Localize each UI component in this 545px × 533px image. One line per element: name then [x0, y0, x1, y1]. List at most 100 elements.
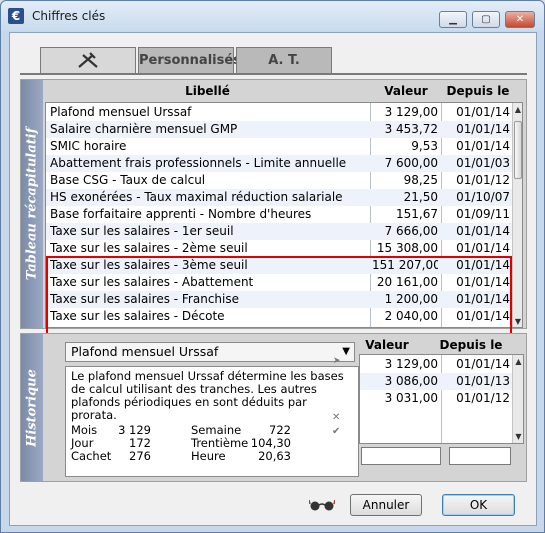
cell-depuis: 01/01/14: [456, 309, 510, 323]
tab-outils[interactable]: [40, 47, 136, 75]
tab-personnalises[interactable]: Personnalisés: [138, 47, 241, 74]
cell-depuis: 01/01/14: [456, 241, 510, 255]
table-row[interactable]: Base CSG - Taux de calcul 98,25 01/01/12: [46, 172, 512, 189]
table-row[interactable]: Plafond mensuel Urssaf 3 129,00 01/01/14: [46, 104, 512, 121]
cell-valeur: 20 161,00: [376, 275, 438, 289]
cell-depuis: 01/01/12: [456, 391, 510, 405]
cell-depuis: 01/01/14: [456, 258, 510, 272]
cell-valeur: 98,25: [403, 173, 438, 187]
historique-side-label-text: Historique: [24, 368, 40, 447]
validate-icon[interactable]: ✔: [332, 426, 340, 437]
cell-libelle: Taxe sur les salaires - Décote: [50, 309, 225, 323]
cell-depuis: 01/01/13: [456, 374, 510, 388]
table-row[interactable]: Taxe sur les salaires - 3ème seuil 151 20…: [46, 257, 512, 274]
cell-valeur: 7 600,00: [384, 156, 438, 170]
title-bar[interactable]: € Chiffres clés ▁ ▢ ✕: [1, 1, 544, 31]
cell-libelle: Abattement frais professionnels - Limite…: [50, 156, 347, 170]
historique-table: 3 129,00 01/01/14 3 086,00 01/01/13 3 031,00…: [359, 354, 524, 444]
close-button[interactable]: ✕: [505, 11, 535, 28]
parametre-select-value: Plafond mensuel Urssaf: [71, 344, 219, 359]
cell-valeur: 3 129,00: [384, 105, 438, 119]
recap-table: Plafond mensuel Urssaf 3 129,00 01/01/14 Sa…: [45, 102, 523, 328]
cell-valeur: 2 040,00: [384, 309, 438, 323]
cell-depuis: 01/01/14: [456, 122, 510, 136]
scroll-thumb[interactable]: [514, 121, 522, 179]
cell-depuis: 01/01/14: [456, 292, 510, 306]
cell-depuis: 01/01/03: [456, 156, 510, 170]
cell-valeur: 151,67: [396, 207, 438, 221]
recap-panel: Tableau récapitulatif Libellé Valeur Dep…: [20, 79, 527, 360]
ok-button[interactable]: OK: [442, 494, 515, 516]
period-label: Cachet: [71, 449, 112, 463]
scroll-up-arrow[interactable]: ▲: [513, 103, 522, 117]
cell-libelle: Taxe sur les salaires - 2ème seuil: [50, 241, 248, 255]
minimize-button[interactable]: ▁: [439, 11, 467, 28]
parametre-select[interactable]: Plafond mensuel Urssaf ▼: [65, 342, 355, 362]
table-row[interactable]: Taxe sur les salaires - 1er seuil 7 666,0…: [46, 223, 512, 240]
cell-valeur: 3 086,00: [384, 374, 438, 388]
table-row[interactable]: HS exonérées - Taux maximal réduction sa…: [46, 189, 512, 206]
tab-divider: [20, 73, 527, 75]
cell-valeur: 3 453,72: [384, 122, 438, 136]
cell-depuis: 01/10/07: [456, 190, 510, 204]
history-row[interactable]: 3 129,00 01/01/14: [360, 356, 512, 373]
recap-side-label: Tableau récapitulatif: [21, 80, 43, 328]
cell-libelle: Base CSG - Taux de calcul: [50, 173, 206, 187]
window-title: Chiffres clés: [32, 9, 106, 23]
app-icon: €: [8, 8, 24, 24]
delete-icon[interactable]: ✕: [332, 412, 340, 423]
table-row[interactable]: Salaire charnière mensuel GMP 3 453,72 01/…: [46, 121, 512, 138]
recap-side-label-text: Tableau récapitulatif: [24, 127, 40, 281]
tab-at[interactable]: A. T.: [236, 47, 332, 74]
periods-table: Mois 3 129 Semaine 722 Jour 172 Trentième 104,3…: [71, 424, 353, 463]
period-label: Heure: [191, 449, 226, 463]
cell-valeur: 151 207,00: [372, 258, 438, 272]
cell-depuis: 01/01/12: [456, 173, 510, 187]
scroll-down-arrow[interactable]: ▼: [513, 430, 523, 443]
recap-scrollbar[interactable]: ▲ ▼: [512, 103, 522, 327]
cell-valeur: 7 666,00: [384, 224, 438, 238]
maximize-button[interactable]: ▢: [472, 11, 500, 28]
cell-libelle: Taxe sur les salaires - Franchise: [50, 292, 239, 306]
period-value: 20,63: [258, 449, 291, 463]
scroll-down-arrow[interactable]: ▼: [513, 315, 522, 327]
table-row[interactable]: Taxe sur les salaires - 2ème seuil 15 308…: [46, 240, 512, 257]
tools-icon: [78, 52, 98, 68]
col-header-valeur[interactable]: Valeur: [373, 84, 439, 102]
new-valeur-input[interactable]: [361, 447, 441, 465]
table-row[interactable]: Taxe sur les salaires - Décote 2 040,00 01…: [46, 308, 512, 325]
cell-libelle: Taxe sur les salaires - 1er seuil: [50, 224, 234, 238]
cell-valeur: 3 031,00: [384, 391, 438, 405]
table-row[interactable]: Base forfaitaire apprenti - Nombre d'heu…: [46, 206, 512, 223]
cancel-button[interactable]: Annuler: [350, 494, 422, 516]
current-row-marker: ➤: [333, 356, 341, 366]
scroll-up-arrow[interactable]: ▲: [513, 355, 523, 369]
historique-panel: Historique Plafond mensuel Urssaf ▼ Le p…: [20, 333, 527, 482]
description-text: Le plafond mensuel Urssaf détermine les …: [71, 369, 344, 422]
table-row[interactable]: SMIC horaire 9,53 01/01/14: [46, 138, 512, 155]
cell-valeur: 21,50: [403, 190, 438, 204]
col-header-libelle[interactable]: Libellé: [45, 84, 370, 102]
table-row[interactable]: Taxe sur les salaires - Abattement 20 161…: [46, 274, 512, 291]
history-row[interactable]: 3 031,00 01/01/12: [360, 390, 512, 407]
glasses-icon[interactable]: [309, 498, 335, 512]
cell-depuis: 01/01/14: [456, 275, 510, 289]
cell-libelle: Taxe sur les salaires - Abattement: [50, 275, 254, 289]
cell-libelle: Plafond mensuel Urssaf: [50, 105, 192, 119]
historique-side-label: Historique: [21, 334, 43, 481]
table-row[interactable]: Taxe sur les salaires - Franchise 1 200,0…: [46, 291, 512, 308]
cell-libelle: Base forfaitaire apprenti - Nombre d'heu…: [50, 207, 312, 221]
cell-libelle: SMIC horaire: [50, 139, 127, 153]
cell-valeur: 1 200,00: [384, 292, 438, 306]
col-header-depuis[interactable]: Depuis le: [444, 84, 512, 102]
new-depuis-input[interactable]: [449, 447, 511, 465]
cell-libelle: HS exonérées - Taux maximal réduction sa…: [50, 190, 343, 204]
cell-depuis: 01/01/14: [456, 105, 510, 119]
cell-depuis: 01/01/14: [456, 139, 510, 153]
cell-valeur: 9,53: [411, 139, 438, 153]
window: € Chiffres clés ▁ ▢ ✕ Personnalisés A. T…: [0, 0, 545, 533]
cell-libelle: Taxe sur les salaires - 3ème seuil: [50, 258, 248, 272]
hist-scrollbar[interactable]: ▲ ▼: [512, 355, 523, 443]
history-row[interactable]: 3 086,00 01/01/13: [360, 373, 512, 390]
table-row[interactable]: Abattement frais professionnels - Limite…: [46, 155, 512, 172]
